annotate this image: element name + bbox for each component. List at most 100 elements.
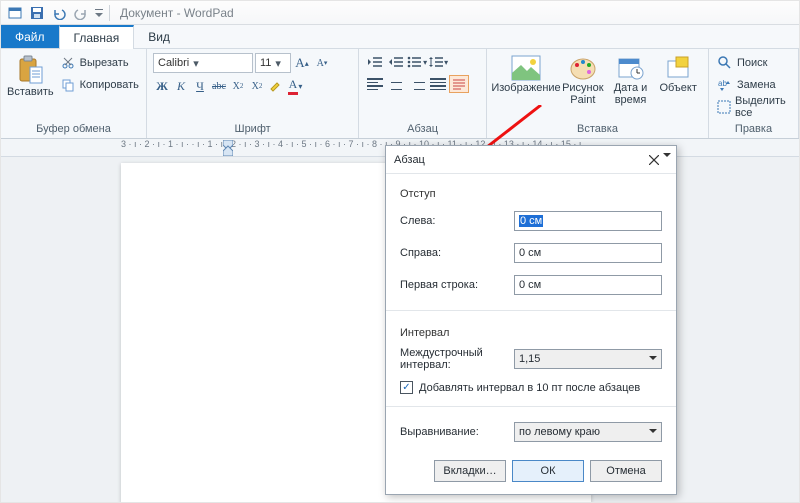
firstline-input[interactable]: 0 см: [514, 275, 662, 295]
svg-text:ab: ab: [718, 79, 727, 88]
separator: [386, 310, 676, 311]
quick-access-toolbar: [5, 3, 105, 23]
line-spacing-button[interactable]: ▾: [428, 53, 448, 71]
font-name-combo[interactable]: Calibri▾: [153, 53, 253, 73]
bold-button[interactable]: Ж: [153, 77, 171, 95]
insert-paint-label: Рисунок Paint: [559, 83, 607, 107]
align-justify-button[interactable]: [428, 75, 448, 93]
tabs-button[interactable]: Вкладки…: [434, 460, 506, 482]
decrease-indent-button[interactable]: [365, 53, 385, 71]
group-clipboard-label: Буфер обмена: [7, 121, 140, 138]
scissors-icon: [60, 56, 76, 70]
undo-icon[interactable]: [49, 3, 69, 23]
cut-button[interactable]: Вырезать: [58, 53, 141, 73]
bullets-button[interactable]: ▾: [407, 53, 427, 71]
replace-label: Замена: [737, 79, 776, 91]
align-right-button[interactable]: [407, 75, 427, 93]
paste-button[interactable]: Вставить: [7, 53, 54, 121]
dialog-title: Абзац: [394, 154, 425, 166]
alignment-label: Выравнивание:: [400, 426, 506, 438]
dialog-titlebar[interactable]: Абзац: [386, 146, 676, 174]
highlight-button[interactable]: [267, 77, 285, 95]
font-size-combo[interactable]: 11▾: [255, 53, 291, 73]
qat-customize-icon[interactable]: [93, 3, 105, 23]
font-name-value: Calibri: [158, 57, 189, 69]
grow-font-button[interactable]: A▴: [293, 54, 311, 72]
insert-image-label: Изображение: [491, 83, 560, 107]
indent-section-label: Отступ: [400, 188, 662, 200]
paste-label: Вставить: [7, 87, 54, 111]
alignment-value: по левому краю: [514, 422, 662, 442]
window-title: Документ - WordPad: [120, 6, 234, 20]
superscript-button[interactable]: X2: [248, 77, 266, 95]
copy-label: Копировать: [80, 79, 139, 91]
insert-datetime-button[interactable]: Дата и время: [607, 53, 655, 121]
indent-left-label: Слева:: [400, 215, 506, 227]
redo-icon[interactable]: [71, 3, 91, 23]
tab-view[interactable]: Вид: [134, 25, 184, 48]
subscript-button[interactable]: X2: [229, 77, 247, 95]
copy-icon: [60, 78, 76, 92]
tab-file[interactable]: Файл: [1, 25, 59, 48]
shrink-font-button[interactable]: A▾: [313, 54, 331, 72]
palette-icon: [569, 55, 597, 81]
linespacing-select[interactable]: 1,15: [514, 349, 662, 369]
group-editing: Поиск ab Замена Выделить все Правка: [709, 49, 799, 138]
insert-object-button[interactable]: Объект: [654, 53, 702, 121]
replace-button[interactable]: ab Замена: [715, 75, 792, 95]
increase-indent-button[interactable]: [386, 53, 406, 71]
insert-image-button[interactable]: Изображение: [493, 53, 559, 121]
select-all-label: Выделить все: [735, 95, 790, 119]
italic-button[interactable]: К: [172, 77, 190, 95]
insert-object-label: Объект: [659, 83, 696, 107]
indent-right-label: Справа:: [400, 247, 506, 259]
spacing-section-label: Интервал: [400, 327, 662, 339]
select-all-button[interactable]: Выделить все: [715, 97, 792, 117]
align-left-button[interactable]: [365, 75, 385, 93]
cut-label: Вырезать: [80, 57, 129, 69]
group-insert-label: Вставка: [493, 121, 702, 138]
separator: [109, 5, 110, 21]
copy-button[interactable]: Копировать: [58, 75, 141, 95]
cancel-button[interactable]: Отмена: [590, 460, 662, 482]
paragraph-dialog: Абзац Отступ Слева: 0 см Справа: 0 см Пе…: [385, 145, 677, 495]
group-editing-label: Правка: [715, 121, 792, 138]
group-paragraph-label: Абзац: [365, 121, 480, 138]
ribbon-tabs: Файл Главная Вид: [1, 25, 799, 49]
add-space-label: Добавлять интервал в 10 пт после абзацев: [419, 382, 640, 394]
underline-button[interactable]: Ч: [191, 77, 209, 95]
insert-datetime-label: Дата и время: [607, 83, 655, 107]
add-space-checkbox[interactable]: ✓ Добавлять интервал в 10 пт после абзац…: [400, 381, 662, 394]
checkbox-icon: ✓: [400, 381, 413, 394]
insert-paint-button[interactable]: Рисунок Paint: [559, 53, 607, 121]
object-icon: [665, 55, 691, 81]
firstline-label: Первая строка:: [400, 279, 506, 291]
group-paragraph: ▾ ▾ Абзац: [359, 49, 487, 138]
select-all-icon: [717, 100, 731, 114]
linespacing-value: 1,15: [514, 349, 662, 369]
group-font-label: Шрифт: [153, 121, 352, 138]
find-button[interactable]: Поиск: [715, 53, 792, 73]
ok-button[interactable]: ОК: [512, 460, 584, 482]
find-label: Поиск: [737, 57, 767, 69]
ribbon: Вставить Вырезать Копировать: [1, 49, 799, 139]
clipboard-icon: [16, 55, 44, 85]
strikethrough-button[interactable]: abc: [210, 77, 228, 95]
group-font: Calibri▾ 11▾ A▴ A▾ Ж К Ч abc X2 X2: [147, 49, 359, 138]
indent-left-input[interactable]: 0 см: [514, 211, 662, 231]
linespacing-label: Междустрочный интервал:: [400, 347, 506, 371]
title-bar: Документ - WordPad: [1, 1, 799, 25]
font-color-button[interactable]: A▾: [286, 77, 304, 95]
calendar-icon: [617, 55, 645, 81]
group-insert: Изображение Рисунок Paint Дата и время О…: [487, 49, 709, 138]
indent-marker-icon[interactable]: [223, 140, 233, 156]
search-icon: [717, 56, 733, 70]
paragraph-dialog-button[interactable]: [449, 75, 469, 93]
replace-icon: ab: [717, 78, 733, 92]
indent-right-input[interactable]: 0 см: [514, 243, 662, 263]
tab-home[interactable]: Главная: [59, 25, 135, 49]
app-menu-icon[interactable]: [5, 3, 25, 23]
align-center-button[interactable]: [386, 75, 406, 93]
save-icon[interactable]: [27, 3, 47, 23]
alignment-select[interactable]: по левому краю: [514, 422, 662, 442]
